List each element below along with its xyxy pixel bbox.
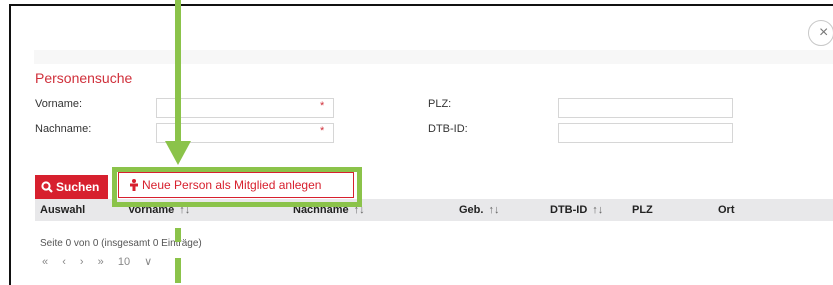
plz-label: PLZ: — [428, 98, 452, 110]
col-ort[interactable]: Ort — [718, 204, 735, 216]
prev-page-button[interactable]: ‹ — [62, 256, 66, 268]
vorname-required-icon: * — [320, 100, 325, 112]
next-page-button[interactable]: › — [80, 256, 84, 268]
vorname-input[interactable] — [156, 98, 334, 118]
annotation-arrow-head — [165, 141, 191, 165]
col-geb[interactable]: Geb. ↑↓ — [459, 204, 499, 216]
dtbid-label: DTB-ID: — [428, 123, 468, 135]
nachname-label: Nachname: — [35, 123, 92, 135]
page-size-select[interactable]: 10 ∨ — [118, 256, 163, 268]
sort-icon: ↑↓ — [592, 204, 604, 216]
annotation-line-segment — [175, 228, 181, 242]
page-title: Personensuche — [35, 70, 133, 86]
col-auswahl[interactable]: Auswahl — [40, 204, 85, 216]
dtbid-input[interactable] — [558, 123, 733, 143]
col-plz[interactable]: PLZ — [632, 204, 653, 216]
annotation-arrow-shaft — [175, 0, 181, 148]
nachname-input[interactable] — [156, 123, 334, 143]
annotation-highlight-box — [112, 167, 362, 207]
search-button-label: Suchen — [56, 180, 100, 194]
dialog-header-band — [34, 50, 833, 64]
search-button[interactable]: Suchen — [35, 175, 108, 199]
annotation-line-segment — [175, 258, 181, 283]
last-page-button[interactable]: » — [98, 256, 104, 268]
chevron-down-icon: ∨ — [144, 256, 153, 268]
sort-icon: ↑↓ — [488, 204, 500, 216]
plz-input[interactable] — [558, 98, 733, 118]
close-button[interactable]: × — [808, 20, 833, 46]
search-icon — [41, 181, 53, 193]
close-icon: × — [819, 24, 829, 41]
nachname-required-icon: * — [320, 125, 325, 137]
vorname-label: Vorname: — [35, 98, 83, 110]
first-page-button[interactable]: « — [42, 256, 48, 268]
pagination-controls: « ‹ › » 10 ∨ — [42, 255, 174, 268]
col-dtbid[interactable]: DTB-ID ↑↓ — [550, 204, 603, 216]
